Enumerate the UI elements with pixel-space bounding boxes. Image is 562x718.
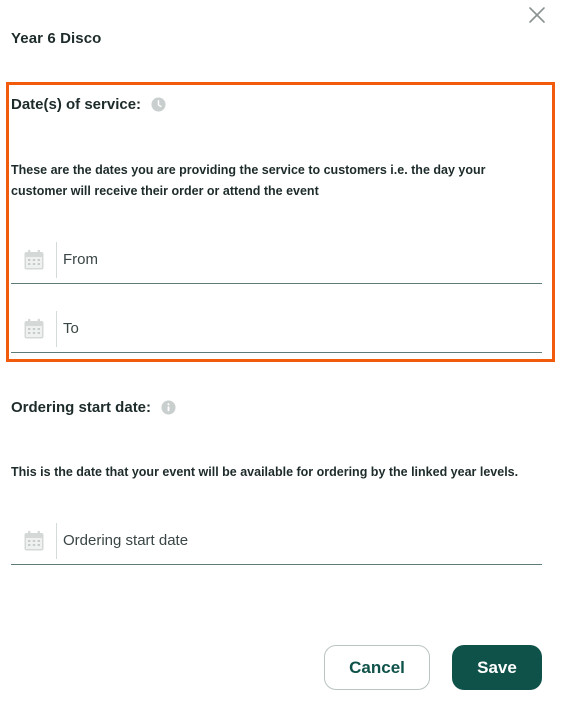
info-icon[interactable] — [161, 400, 176, 415]
service-dates-help-text: These are the dates you are providing th… — [11, 163, 486, 198]
field-divider — [56, 522, 57, 559]
clock-icon[interactable] — [151, 97, 166, 112]
to-date-field[interactable]: To — [11, 305, 542, 353]
calendar-icon — [24, 530, 44, 550]
ordering-start-label-row: Ordering start date: — [11, 399, 176, 416]
field-divider — [56, 310, 57, 347]
to-placeholder: To — [63, 320, 79, 337]
close-icon[interactable] — [527, 5, 547, 25]
from-date-field[interactable]: From — [11, 236, 542, 284]
calendar-icon — [24, 318, 44, 338]
field-divider — [56, 241, 57, 278]
ordering-start-help-text: This is the date that your event will be… — [11, 465, 519, 479]
service-dates-label-row: Date(s) of service: — [11, 96, 166, 113]
dialog-title: Year 6 Disco — [11, 30, 102, 47]
service-dates-label: Date(s) of service: — [11, 96, 142, 113]
from-placeholder: From — [63, 251, 98, 268]
cancel-button[interactable]: Cancel — [324, 645, 430, 690]
event-dialog: Year 6 Disco Date(s) of service: These a… — [0, 0, 562, 718]
save-button[interactable]: Save — [452, 645, 542, 690]
ordering-start-label: Ordering start date: — [11, 399, 152, 416]
ordering-start-placeholder: Ordering start date — [63, 532, 189, 549]
calendar-icon — [24, 249, 44, 269]
ordering-start-date-field[interactable]: Ordering start date — [11, 517, 542, 565]
